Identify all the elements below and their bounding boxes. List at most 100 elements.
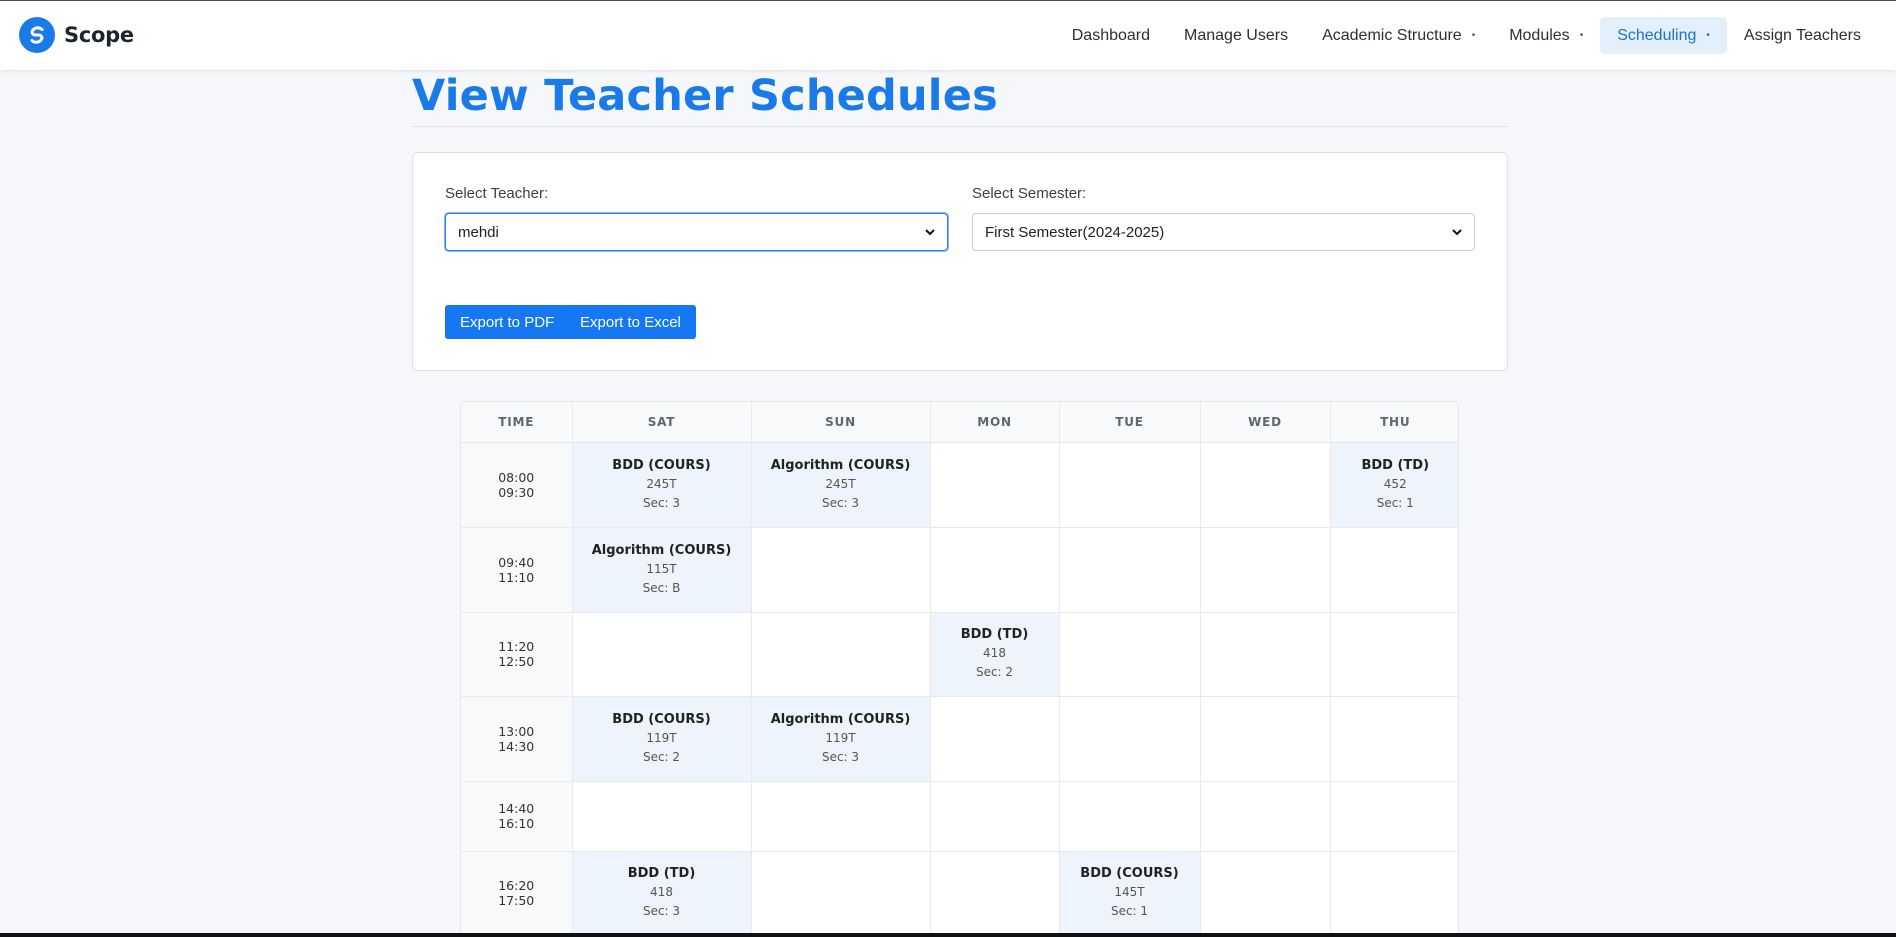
teacher-select-value: mehdi — [458, 223, 499, 241]
empty-slot-sun[interactable] — [751, 851, 931, 936]
schedule-header-row: TIME SAT SUN MON TUE WED THU — [461, 402, 1458, 443]
time-slot-cell: 14:40 16:10 — [461, 781, 573, 852]
empty-slot-thu[interactable] — [1330, 851, 1458, 936]
section-label: Sec: 2 — [642, 749, 681, 764]
empty-slot-wed[interactable] — [1200, 612, 1331, 697]
empty-slot-wed[interactable] — [1200, 442, 1331, 528]
section-label: Sec: 1 — [1110, 904, 1149, 918]
empty-slot-sun[interactable] — [751, 612, 931, 697]
teacher-select[interactable]: mehdi — [445, 213, 948, 251]
nav-item-academic-structure[interactable]: Academic Structure • — [1305, 17, 1492, 54]
time-end: 12:50 — [498, 654, 535, 669]
schedule-entry-sat[interactable]: BDD (COURS) 245T Sec: 3 — [572, 442, 752, 528]
nav-item-label: Academic Structure — [1322, 26, 1462, 44]
nav-item-scheduling[interactable]: Scheduling • — [1600, 17, 1727, 54]
empty-slot-mon[interactable] — [930, 696, 1060, 782]
empty-slot-tue[interactable] — [1059, 781, 1201, 852]
room-number: 418 — [650, 885, 673, 899]
empty-slot-mon[interactable] — [930, 442, 1060, 528]
empty-slot-wed[interactable] — [1200, 696, 1331, 782]
empty-slot-thu[interactable] — [1330, 781, 1458, 852]
schedule-table-container: TIME SAT SUN MON TUE WED THU 08:00 09:30 BDD (CO… — [460, 401, 1459, 937]
semester-select-label: Select Semester: — [972, 185, 1087, 202]
section-label: Sec: 3 — [821, 495, 860, 510]
schedule-entry-sun[interactable]: Algorithm (COURS) 119T Sec: 3 — [751, 696, 931, 782]
nav-item-assign-teachers[interactable]: Assign Teachers — [1727, 17, 1878, 54]
room-number: 145T — [1114, 885, 1145, 899]
schedule-entry-sat[interactable]: Algorithm (COURS) 115T Sec: B — [572, 527, 752, 613]
schedule-entry-sat[interactable]: BDD (COURS) 119T Sec: 2 — [572, 696, 752, 782]
dropdown-caret-icon: • — [1471, 30, 1476, 41]
empty-slot-mon[interactable] — [930, 527, 1060, 613]
section-label: Sec: 2 — [975, 665, 1014, 679]
time-start: 11:20 — [498, 639, 535, 654]
chevron-down-icon — [925, 229, 935, 236]
empty-slot-thu[interactable] — [1330, 527, 1458, 613]
empty-slot-tue[interactable] — [1059, 442, 1201, 528]
empty-slot-sat[interactable] — [572, 781, 752, 852]
schedule-table: TIME SAT SUN MON TUE WED THU 08:00 09:30 BDD (CO… — [461, 402, 1458, 936]
brand[interactable]: Scope — [19, 17, 134, 53]
export-excel-button[interactable]: Export to Excel — [565, 305, 696, 339]
time-slot-cell: 16:20 17:50 — [461, 851, 573, 936]
column-header-wed: WED — [1200, 402, 1331, 443]
window-bottom-border — [0, 933, 1896, 937]
schedule-row: 13:00 14:30 BDD (COURS) 119T Sec: 2 Algorithm… — [461, 696, 1458, 782]
empty-slot-wed[interactable] — [1200, 851, 1331, 936]
time-start: 16:20 — [498, 878, 535, 893]
time-end: 09:30 — [498, 484, 535, 500]
nav-item-dashboard[interactable]: Dashboard — [1055, 17, 1167, 54]
export-pdf-button[interactable]: Export to PDF — [445, 305, 570, 339]
nav-item-manage-users[interactable]: Manage Users — [1167, 17, 1305, 54]
time-end: 11:10 — [498, 569, 535, 585]
time-start: 08:00 — [498, 469, 535, 485]
empty-slot-tue[interactable] — [1059, 696, 1201, 782]
schedule-entry-sun[interactable]: Algorithm (COURS) 245T Sec: 3 — [751, 442, 931, 528]
room-number: 245T — [825, 476, 856, 491]
room-number: 115T — [646, 561, 677, 576]
column-header-mon: MON — [930, 402, 1060, 443]
nav-item-label: Dashboard — [1071, 26, 1151, 44]
schedule-entry-mon[interactable]: BDD (TD) 418 Sec: 2 — [930, 612, 1060, 697]
column-header-thu: THU — [1330, 402, 1458, 443]
empty-slot-sun[interactable] — [751, 781, 931, 852]
empty-slot-sun[interactable] — [751, 527, 931, 613]
column-header-time: TIME — [461, 402, 573, 443]
main-nav: Dashboard Manage Users Academic Structure •… — [1055, 17, 1878, 54]
column-header-sun: SUN — [751, 402, 931, 443]
empty-slot-mon[interactable] — [930, 781, 1060, 852]
schedule-row: 09:40 11:10 Algorithm (COURS) 115T Sec: B — [461, 527, 1458, 613]
empty-slot-sat[interactable] — [572, 612, 752, 697]
room-number: 418 — [983, 646, 1006, 660]
semester-select[interactable]: First Semester(2024-2025) — [972, 213, 1475, 251]
empty-slot-wed[interactable] — [1200, 527, 1331, 613]
brand-name: Scope — [64, 23, 134, 47]
nav-item-label: Assign Teachers — [1743, 26, 1861, 44]
empty-slot-wed[interactable] — [1200, 781, 1331, 852]
time-slot-cell: 11:20 12:50 — [461, 612, 573, 697]
empty-slot-thu[interactable] — [1330, 696, 1458, 782]
time-end: 14:30 — [498, 738, 535, 754]
section-label: Sec: 1 — [1376, 495, 1414, 510]
time-start: 09:40 — [498, 554, 535, 570]
schedule-entry-sat[interactable]: BDD (TD) 418 Sec: 3 — [572, 851, 752, 936]
scope-logo-icon — [19, 17, 55, 53]
empty-slot-mon[interactable] — [930, 851, 1060, 936]
empty-slot-tue[interactable] — [1059, 527, 1201, 613]
schedule-row: 11:20 12:50 BDD (TD) 418 Sec: 2 — [461, 612, 1458, 697]
time-end: 17:50 — [498, 893, 535, 908]
nav-item-modules[interactable]: Modules • — [1492, 17, 1600, 54]
empty-slot-thu[interactable] — [1330, 612, 1458, 697]
schedule-row: 16:20 17:50 BDD (TD) 418 Sec: 3 BDD (COURS) 14… — [461, 851, 1458, 936]
time-start: 13:00 — [498, 723, 535, 739]
empty-slot-tue[interactable] — [1059, 612, 1201, 697]
nav-item-label: Manage Users — [1184, 26, 1289, 44]
course-name: Algorithm (COURS) — [770, 711, 911, 727]
top-navbar: Scope Dashboard Manage Users Academic Stru… — [0, 1, 1896, 70]
schedule-entry-thu[interactable]: BDD (TD) 452 Sec: 1 — [1330, 442, 1458, 528]
semester-select-value: First Semester(2024-2025) — [985, 223, 1165, 241]
section-label: Sec: B — [642, 580, 681, 595]
room-number: 245T — [646, 476, 677, 491]
schedule-body: 08:00 09:30 BDD (COURS) 245T Sec: 3 Algorithm… — [461, 442, 1458, 936]
schedule-entry-tue[interactable]: BDD (COURS) 145T Sec: 1 — [1059, 851, 1201, 936]
